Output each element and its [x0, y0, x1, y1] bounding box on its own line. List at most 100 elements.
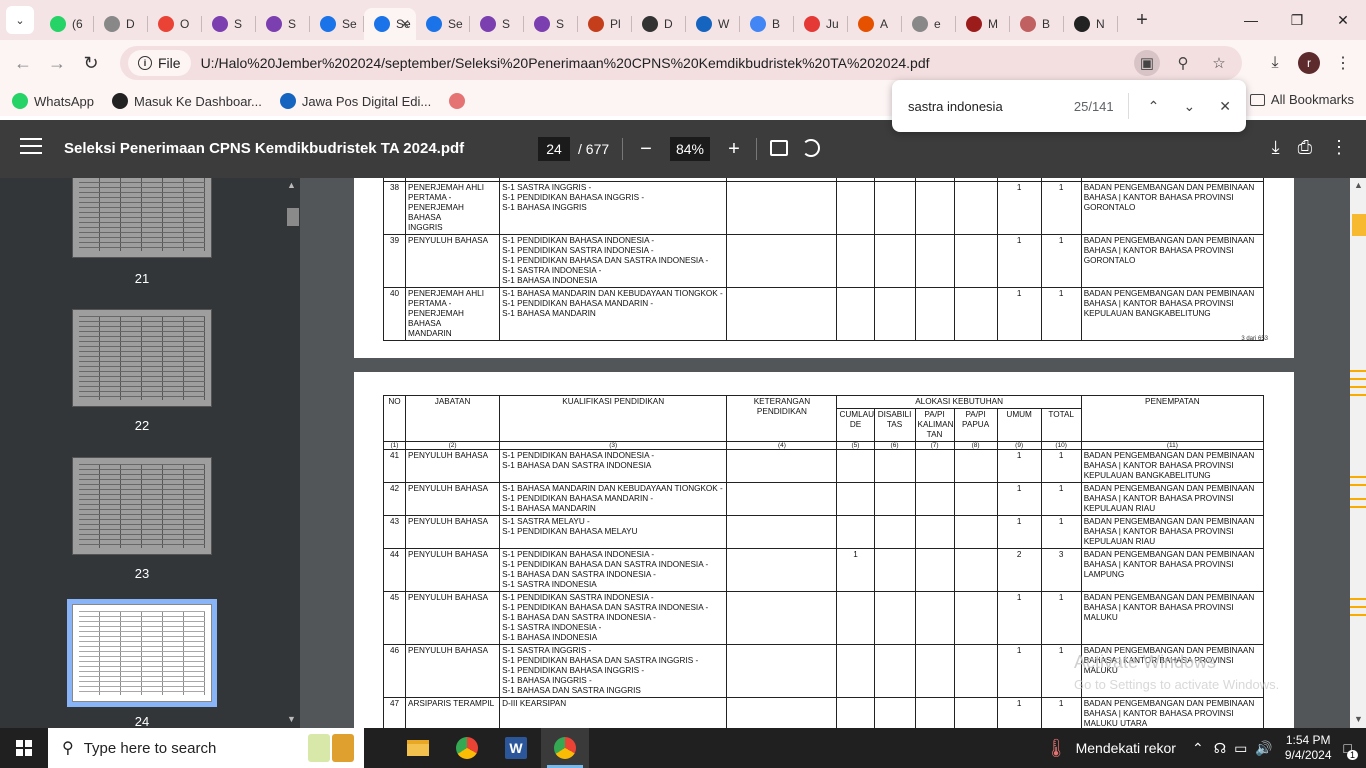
cell-papua: [953, 482, 998, 516]
back-button[interactable]: ←: [6, 46, 40, 80]
page-thumbnail-current[interactable]: [67, 599, 217, 707]
close-window-button[interactable]: ✕: [1320, 0, 1366, 40]
start-button[interactable]: [0, 728, 48, 768]
browser-tab[interactable]: D: [632, 8, 686, 40]
word-icon[interactable]: W: [492, 728, 540, 768]
pdf-download-icon[interactable]: ⤓: [1272, 137, 1280, 158]
mendeley-icon: [966, 16, 982, 32]
bookmark-star-icon[interactable]: ☆: [1206, 50, 1232, 76]
find-next-button[interactable]: ⌄: [1174, 91, 1204, 121]
forward-button[interactable]: →: [40, 46, 74, 80]
network-icon[interactable]: ☊: [1214, 740, 1226, 757]
browser-tab[interactable]: D: [94, 8, 148, 40]
cell-cumlaude: [836, 591, 875, 645]
print-icon[interactable]: ⎙: [1298, 137, 1312, 158]
zoom-icon[interactable]: ⚲: [1170, 50, 1196, 76]
more-menu-icon[interactable]: ⋮: [1330, 48, 1356, 78]
search-hit-marker: [1350, 614, 1366, 616]
minimize-button[interactable]: —: [1228, 0, 1274, 40]
scroll-down-icon[interactable]: ▼: [1354, 714, 1363, 724]
cell-cumlaude: [836, 644, 875, 698]
scroll-down-icon[interactable]: ▼: [287, 714, 296, 724]
tab-title: B: [772, 17, 781, 31]
chrome-profile-icon[interactable]: [541, 728, 589, 768]
rotate-icon[interactable]: [802, 139, 820, 157]
find-input[interactable]: [908, 98, 1058, 114]
browser-tab[interactable]: B: [1010, 8, 1064, 40]
cell-penempatan: BADAN PENGEMBANGAN DAN PEMBINAAN BAHASA …: [1080, 697, 1265, 728]
browser-tab[interactable]: Se: [416, 8, 470, 40]
browser-tab[interactable]: Ju: [794, 8, 848, 40]
browser-tab[interactable]: O: [148, 8, 202, 40]
scrollbar-thumb[interactable]: [1352, 214, 1366, 236]
browser-tab[interactable]: Se: [310, 8, 364, 40]
find-previous-button[interactable]: ⌃: [1139, 91, 1169, 121]
pdf-more-icon[interactable]: ⋮: [1330, 137, 1348, 158]
scrollbar-thumb[interactable]: [287, 208, 299, 226]
browser-tab[interactable]: W: [686, 8, 740, 40]
profile-avatar[interactable]: r: [1298, 52, 1320, 74]
cell-disabilitas: [873, 181, 916, 235]
page-icon[interactable]: ▣: [1134, 50, 1160, 76]
table-row: 40 PENERJEMAH AHLI PERTAMA - PENERJEMAH B…: [382, 287, 1265, 341]
weather-text[interactable]: Mendekati rekor: [1076, 740, 1176, 756]
browser-tab[interactable]: A: [848, 8, 902, 40]
bookmark-item[interactable]: Jawa Pos Digital Edi...: [279, 93, 431, 109]
new-tab-button[interactable]: +: [1128, 6, 1156, 34]
allocation-table: S-1 PENDIDIKAN BAHASA, SASTRA INDONESIA,…: [382, 178, 1265, 341]
bookmark-item[interactable]: WhatsApp: [12, 93, 94, 109]
page-thumbnail[interactable]: [72, 457, 212, 555]
display-icon[interactable]: ▭: [1234, 740, 1247, 757]
browser-tab[interactable]: (6: [40, 8, 94, 40]
bookmark-icon: [279, 93, 296, 109]
browser-tab[interactable]: M: [956, 8, 1010, 40]
bookmark-icon: [12, 93, 28, 109]
scroll-up-icon[interactable]: ▲: [1354, 180, 1363, 190]
tab-search-button[interactable]: ⌄: [6, 6, 34, 34]
tab-active[interactable]: Se ✕: [364, 8, 416, 40]
volume-icon[interactable]: 🔊: [1255, 740, 1272, 757]
header-disabilitas: DISABILI TAS: [873, 408, 916, 442]
pdf-document-area[interactable]: S-1 PENDIDIKAN BAHASA, SASTRA INDONESIA,…: [300, 178, 1350, 728]
download-icon[interactable]: ⤓: [1262, 48, 1288, 78]
cell-umum: 1: [996, 181, 1042, 235]
page-thumbnail[interactable]: [72, 178, 212, 258]
browser-tab[interactable]: e: [902, 8, 956, 40]
browser-tab[interactable]: N: [1064, 8, 1118, 40]
document-scrollbar[interactable]: ▲ ▼: [1350, 178, 1366, 728]
all-bookmarks[interactable]: All Bookmarks: [1249, 92, 1354, 107]
scroll-up-icon[interactable]: ▲: [287, 180, 296, 190]
browser-tab[interactable]: S: [524, 8, 578, 40]
sidebar-scrollbar[interactable]: ▲ ▼: [284, 178, 300, 728]
zoom-input[interactable]: 84%: [670, 137, 710, 161]
fit-page-icon[interactable]: [770, 140, 788, 156]
browser-tab[interactable]: Pl: [578, 8, 632, 40]
taskbar-search[interactable]: ⚲ Type here to search: [48, 728, 364, 768]
reload-button[interactable]: ↻: [74, 46, 108, 80]
chevron-up-icon[interactable]: ⌃: [1192, 740, 1204, 757]
page-thumbnail[interactable]: [72, 309, 212, 407]
file-explorer-icon[interactable]: [394, 728, 442, 768]
restore-button[interactable]: ❐: [1274, 0, 1320, 40]
cell-no: 39: [382, 234, 407, 288]
bookmark-item[interactable]: [449, 93, 471, 109]
browser-tab[interactable]: B: [740, 8, 794, 40]
browser-tab[interactable]: S: [470, 8, 524, 40]
browser-tab[interactable]: S: [256, 8, 310, 40]
url-text[interactable]: U:/Halo%20Jember%202024/september/Seleks…: [201, 55, 930, 71]
browser-tab[interactable]: S: [202, 8, 256, 40]
menu-icon[interactable]: [20, 138, 42, 159]
thumbnail-label: 24: [134, 714, 150, 728]
notification-icon[interactable]: □ 1: [1344, 740, 1358, 760]
clock[interactable]: 1:54 PM 9/4/2024: [1285, 733, 1332, 763]
find-close-button[interactable]: ✕: [1210, 91, 1240, 121]
tab-title: S: [502, 17, 511, 31]
zoom-out-button[interactable]: −: [636, 138, 656, 161]
chrome-icon[interactable]: [443, 728, 491, 768]
zoom-in-button[interactable]: +: [724, 138, 744, 161]
close-tab-icon[interactable]: ✕: [400, 17, 410, 31]
page-number-input[interactable]: 24: [538, 137, 570, 161]
site-info-chip[interactable]: i File: [128, 50, 191, 76]
bookmark-item[interactable]: Masuk Ke Dashboar...: [111, 93, 262, 109]
address-bar[interactable]: i File U:/Halo%20Jember%202024/september…: [120, 46, 1242, 80]
